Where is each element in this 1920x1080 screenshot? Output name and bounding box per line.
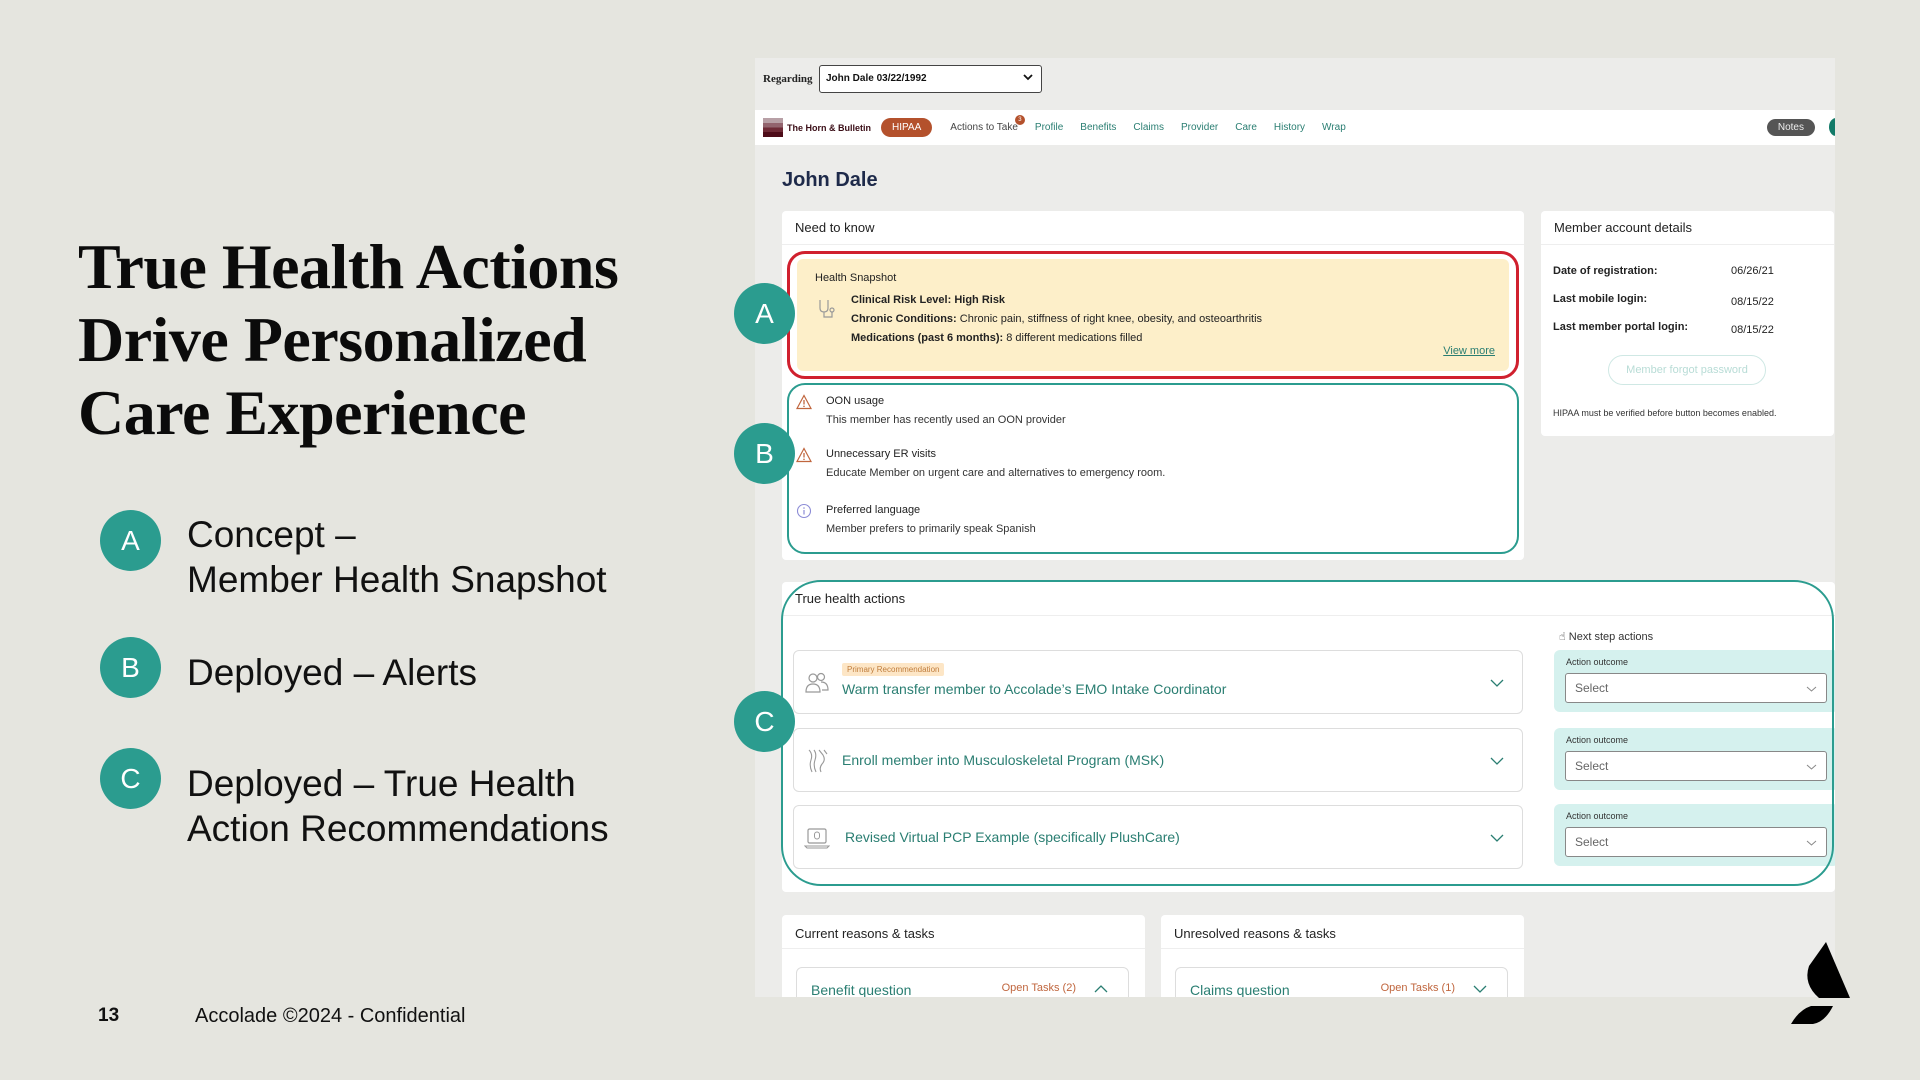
nav-actions-label: Actions to Take <box>950 122 1018 133</box>
chevron-up-icon[interactable] <box>1094 985 1108 993</box>
current-tasks-card: Current reasons & tasks Benefit question… <box>782 915 1145 997</box>
member-account-card: Member account details Date of registrat… <box>1541 211 1834 436</box>
legend-b-line1: Deployed – Alerts <box>187 652 478 693</box>
slide-title: True Health Actions Drive Personalized C… <box>78 230 718 449</box>
nav-history[interactable]: History <box>1274 122 1305 133</box>
nav-profile[interactable]: Profile <box>1035 122 1063 133</box>
chevron-down-icon <box>1023 72 1033 84</box>
unresolved-tasks-title: Unresolved reasons & tasks <box>1161 915 1524 949</box>
accolade-logo-icon <box>1791 942 1850 1024</box>
title-line-1: True Health Actions <box>78 231 619 302</box>
unresolved-tasks-card: Unresolved reasons & tasks Claims questi… <box>1161 915 1524 997</box>
legend-a-line1: Concept – <box>187 514 356 555</box>
current-tasks-title: Current reasons & tasks <box>782 915 1145 949</box>
annotation-ring-c <box>781 580 1834 886</box>
account-row: Last member portal login: 08/15/22 <box>1553 321 1774 336</box>
need-to-know-title: Need to know <box>782 211 1524 245</box>
hipaa-note: HIPAA must be verified before button bec… <box>1553 408 1777 418</box>
legend-badge-a: A <box>100 510 161 571</box>
open-tasks-count: Open Tasks (1) <box>1380 982 1455 994</box>
account-value: 08/15/22 <box>1731 324 1774 336</box>
nav-benefits[interactable]: Benefits <box>1080 122 1116 133</box>
notes-button[interactable]: Notes <box>1766 119 1815 136</box>
legend-c-line1: Deployed – True Health <box>187 763 576 804</box>
regarding-label: Regarding <box>763 73 813 85</box>
brand-logo-icon <box>763 118 783 137</box>
account-row: Last mobile login: 08/15/22 <box>1553 293 1774 308</box>
forgot-password-button[interactable]: Member forgot password <box>1608 355 1766 385</box>
member-name: John Dale <box>782 169 878 191</box>
account-value: 08/15/22 <box>1731 296 1774 308</box>
nav-care[interactable]: Care <box>1235 122 1257 133</box>
user-avatar[interactable] <box>1829 118 1835 136</box>
brand-name: The Horn & Bulletin <box>787 122 871 133</box>
annotation-badge-a: A <box>734 283 795 344</box>
need-to-know-card: Need to know Health Snapshot Clinical Ri… <box>782 211 1524 560</box>
annotation-ring-a <box>787 251 1519 379</box>
title-line-3: Care Experience <box>78 377 527 448</box>
legend-item-c: C Deployed – True Health Action Recommen… <box>100 748 609 851</box>
nav-claims[interactable]: Claims <box>1133 122 1164 133</box>
regarding-bar: Regarding John Dale 03/22/1992 <box>755 58 1835 108</box>
account-value: 06/26/21 <box>1731 265 1774 277</box>
account-label: Last member portal login: <box>1553 321 1689 333</box>
legend-item-b: B Deployed – Alerts <box>100 637 477 698</box>
regarding-select[interactable]: John Dale 03/22/1992 <box>819 65 1042 93</box>
footer-copyright: Accolade ©2024 - Confidential <box>195 1005 466 1027</box>
legend-badge-c: C <box>100 748 161 809</box>
account-row: Date of registration: 06/26/21 <box>1553 265 1774 277</box>
nav-actions-to-take[interactable]: Actions to Take 3 <box>950 115 1025 133</box>
legend-c-line2: Action Recommendations <box>187 808 609 849</box>
actions-count-badge: 3 <box>1014 115 1025 125</box>
account-label: Last mobile login: <box>1553 293 1648 305</box>
top-nav: The Horn & Bulletin HIPAA Actions to Tak… <box>755 110 1835 145</box>
legend-item-a: A Concept – Member Health Snapshot <box>100 510 607 602</box>
hipaa-button[interactable]: HIPAA <box>881 118 933 137</box>
task-row[interactable]: Claims question Open Tasks (1) <box>1175 967 1508 997</box>
account-label: Date of registration: <box>1553 265 1658 277</box>
chevron-down-icon[interactable] <box>1473 985 1487 993</box>
open-tasks-count: Open Tasks (2) <box>1001 982 1076 994</box>
legend-a-line2: Member Health Snapshot <box>187 559 607 600</box>
annotation-badge-c: C <box>734 691 795 752</box>
task-name: Claims question <box>1190 982 1290 997</box>
account-title: Member account details <box>1541 211 1834 245</box>
nav-provider[interactable]: Provider <box>1181 122 1218 133</box>
task-name: Benefit question <box>811 982 912 997</box>
page-number: 13 <box>98 1005 120 1026</box>
legend-badge-b: B <box>100 637 161 698</box>
app-screenshot: Regarding John Dale 03/22/1992 The Horn … <box>755 58 1835 997</box>
task-row[interactable]: Benefit question Open Tasks (2) <box>796 967 1129 997</box>
title-line-2: Drive Personalized <box>78 304 587 375</box>
regarding-value: John Dale 03/22/1992 <box>826 73 927 84</box>
nav-wrap[interactable]: Wrap <box>1322 122 1346 133</box>
annotation-badge-b: B <box>734 423 795 484</box>
annotation-ring-b <box>787 383 1519 554</box>
